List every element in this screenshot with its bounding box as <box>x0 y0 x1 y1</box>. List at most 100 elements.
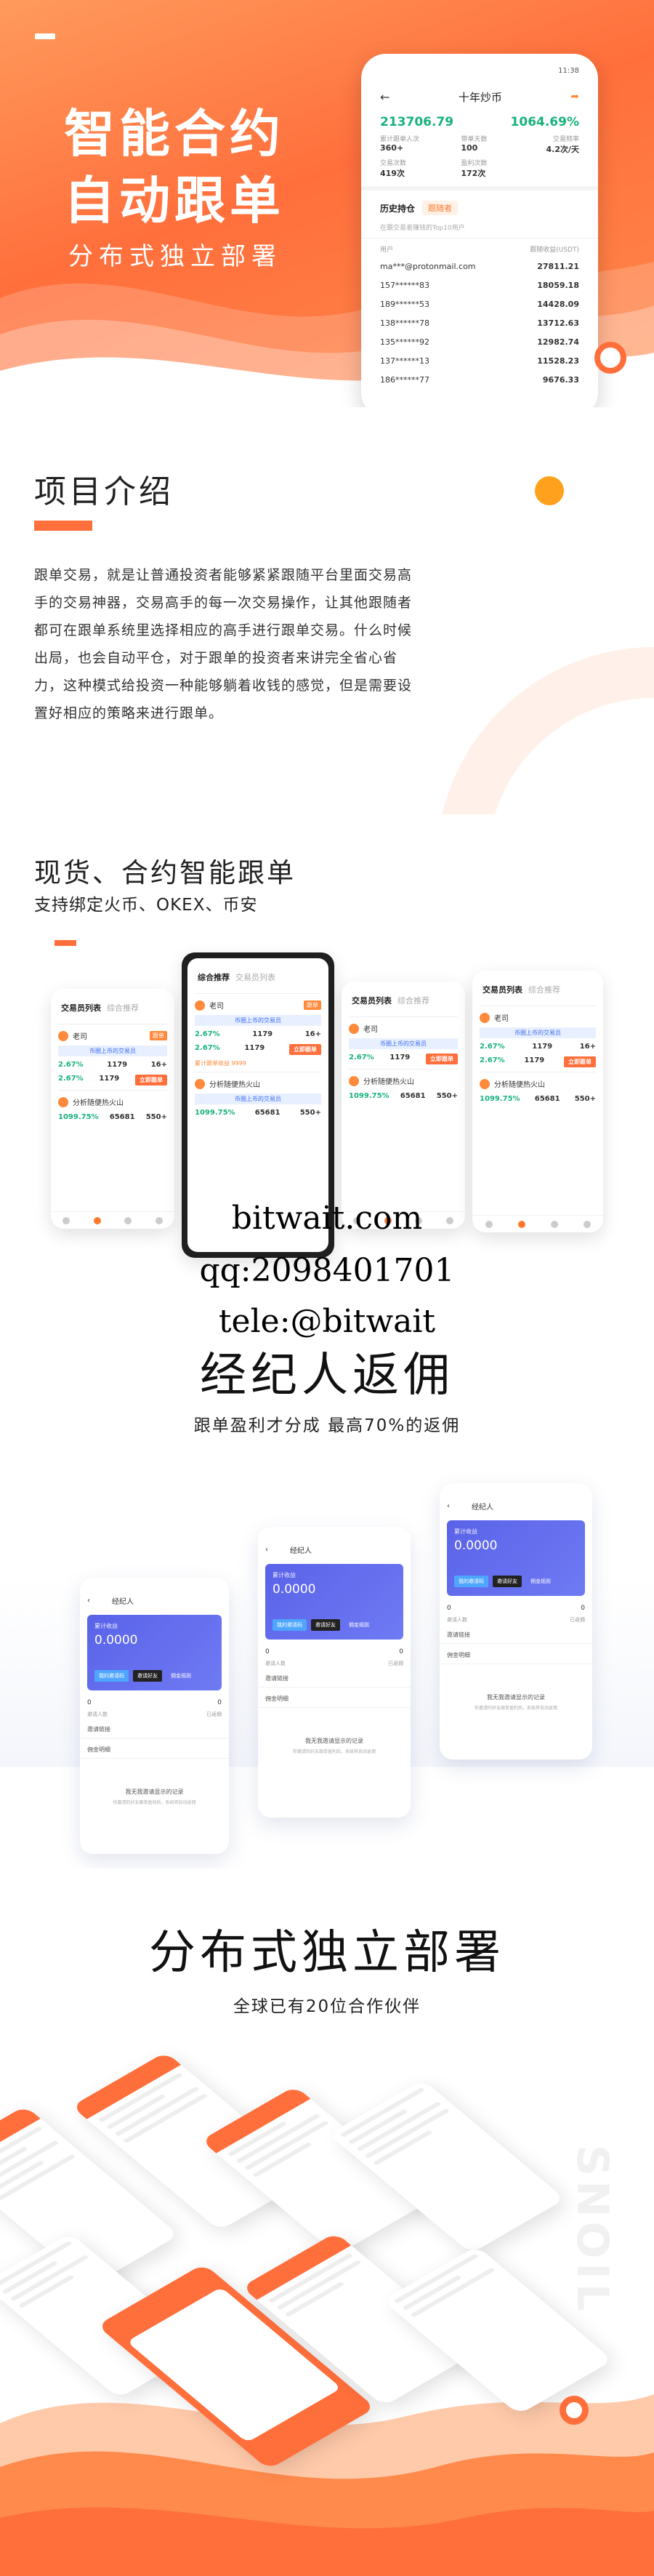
smart-follow-section: 现货、合约智能跟单 支持绑定火币、OKEX、币安 交易员列表 综合推荐 老司 跟单 … <box>0 814 654 1338</box>
table-row: 135******92 12982.74 <box>380 337 579 347</box>
col-user: 用户 <box>380 246 394 254</box>
tab-history[interactable]: 历史持仓 <box>380 202 415 214</box>
hero-title: 智能合约 自动跟单 <box>64 100 285 234</box>
stat-cell: 累计跟单人次 360+ <box>380 136 420 153</box>
table-row: 186******77 9676.33 <box>380 374 579 385</box>
trader-card: 老司 跟单 币圈上币的交易员 2.67% 1179 16+ 2.67% 1179 立即跟单… <box>195 993 321 1067</box>
phone-tabs: 交易员列表 综合推荐 <box>61 1003 139 1013</box>
deploy-subtitle: 全球已有20位合作伙伴 <box>233 1997 421 2016</box>
avatar <box>349 1023 359 1034</box>
trader-card: 分析随便热火山 1099.75% 65681 550+ <box>349 1069 458 1100</box>
commission-rules-button[interactable]: 佣金规则 <box>344 1619 374 1631</box>
invite-code-button[interactable]: 我的邀请码 <box>272 1619 307 1631</box>
hero-subtitle: 分布式独立部署 <box>68 242 282 271</box>
watermark-line1: bitwait.com <box>231 1200 423 1237</box>
invite-friends-button[interactable]: 邀请好友 <box>311 1619 340 1631</box>
avatar <box>349 1075 359 1086</box>
stats-grid: 累计跟单人次 360+ 带单天数 100 交易频率 4.2次/天 交易次数 419次 盈… <box>361 129 598 179</box>
phone-tabs: 交易员列表 综合推荐 <box>483 985 560 995</box>
phone-status-bar: 11:38 <box>361 54 598 87</box>
phone-nav-bar: ← 十年炒币 ➦ <box>361 87 598 106</box>
stat-cell: 带单天数 100 <box>461 136 488 153</box>
back-arrow-icon[interactable]: ← <box>380 90 389 104</box>
trader-card: 分析随便热火山 1099.75% 65681 550+ <box>58 1090 167 1121</box>
stat-cell: 交易次数 419次 <box>380 160 407 178</box>
deploy-title: 分布式独立部署 <box>149 1926 505 1980</box>
invite-code-button[interactable]: 我的邀请码 <box>454 1576 488 1587</box>
hero-title-line1: 智能合约 <box>64 104 285 164</box>
table-row: ma***@protonmail.com 27811.21 <box>380 261 579 271</box>
broker-title: 经纪人返佣 <box>200 1349 454 1403</box>
table-row: 189******53 14428.09 <box>380 299 579 309</box>
stat-cell <box>513 158 579 179</box>
avatar <box>58 1096 68 1107</box>
earnings-card: 累计收益 0.0000 我的邀请码 邀请好友 佣金规则 <box>87 1615 222 1690</box>
table-row: 157******83 18059.18 <box>380 280 579 290</box>
watermark-line3: tele:@bitwait <box>218 1303 436 1338</box>
avatar <box>58 1030 68 1041</box>
deploy-section: 分布式独立部署 全球已有20位合作伙伴 <box>0 1869 654 2576</box>
hero-phone-mockup: 11:38 ← 十年炒币 ➦ 213706.79 1064.69% 累计跟单人次… <box>361 54 598 407</box>
intro-body: 跟单交易，就是让普通投资者能够紧紧跟随平台里面交易高手的交易神器，交易高手的每一… <box>34 567 413 721</box>
invite-friends-button[interactable]: 邀请好友 <box>493 1576 522 1587</box>
profit-rate: 1064.69% <box>510 115 579 129</box>
avatar <box>195 1078 205 1089</box>
status-time: 11:38 <box>558 66 579 75</box>
broker-phone-center: ‹ 经纪人 累计收益 0.0000 我的邀请码 邀请好友 佣金规则 00 邀请人数 已返… <box>258 1527 411 1818</box>
deploy-ring-decoration <box>560 2396 589 2425</box>
smart-title: 现货、合约智能跟单 <box>34 857 296 888</box>
trader-card: 老司 跟单 币圈上币的交易员 2.67% 1179 16+ 2.67% 1179 立即跟单 <box>58 1024 167 1086</box>
trader-card: 分析随便热火山 1099.75% 65681 550+ <box>480 1072 596 1103</box>
commission-rules-button[interactable]: 佣金规则 <box>526 1576 555 1587</box>
intro-section: 项目介绍 跟单交易，就是让普通投资者能够紧紧跟随平台里面交易高手的交易神器，交易… <box>0 407 654 814</box>
hero-dash <box>35 33 55 39</box>
total-profit: 213706.79 <box>380 115 454 129</box>
intro-dot-decoration <box>535 476 564 505</box>
trader-card: 老司 币圈上币的交易员 2.67% 1179 立即跟单 <box>349 1016 458 1064</box>
followers-note: 在跟交易者赚钱的Top10用户 <box>361 221 598 238</box>
col-amount: 跟随收益(USDT) <box>530 246 579 254</box>
broker-phone-left: ‹ 经纪人 累计收益 0.0000 我的邀请码 邀请好友 佣金规则 00 邀请人数 已返… <box>80 1578 229 1854</box>
smart-subtitle: 支持绑定火币、OKEX、币安 <box>34 896 258 915</box>
phone-tabs: 交易员列表 综合推荐 <box>352 996 429 1006</box>
tab-followers[interactable]: 跟随者 <box>422 201 459 215</box>
avatar <box>480 1012 490 1023</box>
avatar <box>195 1000 205 1011</box>
table-row: 137******13 11528.23 <box>380 356 579 366</box>
hero-title-line2: 自动跟单 <box>64 171 285 230</box>
hero-section: 智能合约 自动跟单 分布式独立部署 11:38 ← 十年炒币 ➦ 213706.… <box>0 0 654 407</box>
back-arrow-icon[interactable]: ‹ <box>265 1546 268 1554</box>
phone-nav-title: 十年炒币 <box>458 90 502 104</box>
table-header: 用户 跟随收益(USDT) <box>361 238 598 257</box>
intro-ring-decoration <box>436 647 654 814</box>
share-icon[interactable]: ➦ <box>570 91 579 103</box>
trader-list-phone: 交易员列表 综合推荐 老司 跟单 币圈上币的交易员 2.67% 1179 16+ 2.6… <box>51 989 174 1229</box>
table-row: 138******78 13712.63 <box>380 318 579 328</box>
stat-cell: 盈利次数 172次 <box>461 160 488 178</box>
broker-subtitle: 跟单盈利才分成 最高70%的返佣 <box>193 1416 461 1435</box>
trader-list-phone-2: 交易员列表 综合推荐 老司 币圈上币的交易员 2.67% 1179 立即跟单 分析随便… <box>342 982 465 1229</box>
earnings-card: 累计收益 0.0000 我的邀请码 邀请好友 佣金规则 <box>447 1520 585 1596</box>
profit-summary: 213706.79 1064.69% <box>361 106 598 129</box>
earnings-card: 累计收益 0.0000 我的邀请码 邀请好友 佣金规则 <box>265 1564 403 1640</box>
invite-code-button[interactable]: 我的邀请码 <box>94 1670 129 1682</box>
broker-phone-right: ‹ 经纪人 累计收益 0.0000 我的邀请码 邀请好友 佣金规则 00 邀请人数 已返… <box>440 1483 592 1760</box>
hero-ring-decoration <box>594 342 626 374</box>
phone-tabs: 历史持仓 跟随者 <box>361 186 598 221</box>
broker-section: 经纪人返佣 跟单盈利才分成 最高70%的返佣 ‹ 经纪人 累计收益 0.0000 … <box>0 1338 654 1869</box>
back-arrow-icon[interactable]: ‹ <box>447 1502 450 1510</box>
trader-card: 分析随便热火山 币圈上币的交易员 1099.75% 65681 550+ <box>195 1072 321 1117</box>
decorative-vertical-word: SNOIL <box>567 2145 618 2316</box>
stat-cell: 交易频率 4.2次/天 <box>546 136 579 154</box>
invite-friends-button[interactable]: 邀请好友 <box>133 1670 162 1682</box>
smart-accent-bar <box>54 940 76 946</box>
commission-rules-button[interactable]: 佣金规则 <box>166 1670 195 1682</box>
phone-tabs: 综合推荐 交易员列表 <box>198 973 275 982</box>
watermark-line2: qq:2098401701 <box>199 1252 455 1289</box>
intro-underline <box>34 521 92 531</box>
trader-card: 老司 币圈上币的交易员 2.67% 1179 16+ 2.67% 1179 立即跟单 <box>480 1006 596 1067</box>
intro-title: 项目介绍 <box>34 473 174 510</box>
back-arrow-icon[interactable]: ‹ <box>87 1597 90 1605</box>
avatar <box>480 1078 490 1089</box>
trader-list-phone-3: 交易员列表 综合推荐 老司 币圈上币的交易员 2.67% 1179 16+ 2.67%… <box>472 971 603 1232</box>
